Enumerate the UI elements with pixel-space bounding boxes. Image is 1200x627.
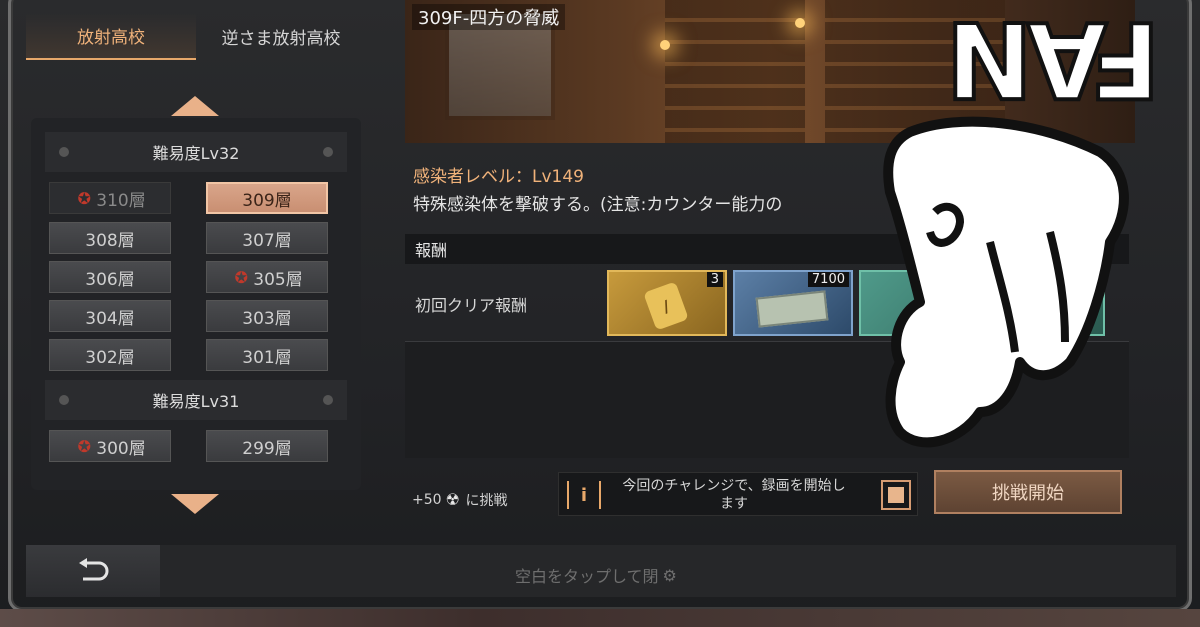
cash-stack-icon (755, 290, 829, 328)
reward-qty: 3 (706, 272, 723, 287)
boss-skull-icon: ✪ (77, 188, 91, 208)
record-checkbox[interactable] (881, 480, 911, 510)
floor-list-panel: 難易度Lv32 ✪ 310層 309層 308層 307層 306層 ✪ 305… (31, 118, 361, 490)
header-dot-icon (323, 395, 333, 405)
difficulty-header: 難易度Lv31 (45, 380, 347, 420)
tab-radiation-school[interactable]: 放射高校 (26, 12, 196, 60)
start-challenge-button[interactable]: 挑戦開始 (934, 470, 1122, 514)
school-tabs: 放射高校 逆さま放射高校 (26, 12, 366, 60)
bottom-decoration-strip (0, 609, 1200, 627)
difficulty-header: 難易度Lv32 (45, 132, 347, 172)
floor-label: 303層 (242, 308, 292, 329)
floor-button-308[interactable]: 308層 (49, 222, 171, 254)
info-icon[interactable]: i (567, 481, 601, 509)
infected-level: 感染者レベル：Lv149 (413, 167, 584, 187)
reward-header-label: 報酬 (415, 241, 448, 260)
floor-label: 300層 (96, 438, 146, 459)
scene-lamp (660, 40, 670, 50)
fan-overlay-text: FAN (950, 0, 1163, 122)
floor-label: 301層 (242, 347, 292, 368)
radiation-icon (446, 490, 462, 509)
tab-reverse-radiation-school[interactable]: 逆さま放射高校 (196, 12, 366, 60)
floor-label: 308層 (85, 230, 135, 251)
header-dot-icon (59, 147, 69, 157)
boss-skull-icon: ✪ (77, 436, 91, 456)
checkbox-mark (888, 487, 904, 503)
tap-to-close-hint: 空白をタップして閉 ⚙ (515, 563, 677, 587)
floor-label: 310層 (96, 190, 146, 211)
pointing-hand-icon (883, 116, 1129, 448)
reward-item-dog-tag[interactable]: / 3 (607, 270, 727, 336)
floor-button-310[interactable]: ✪ 310層 (49, 182, 171, 214)
floor-button-299[interactable]: 299層 (206, 430, 328, 462)
boss-skull-icon: ✪ (234, 267, 248, 287)
floor-label: 306層 (85, 269, 135, 290)
floor-label: 304層 (85, 308, 135, 329)
floor-button-307[interactable]: 307層 (206, 222, 328, 254)
scene-bookshelf (665, 0, 805, 143)
record-option: i 今回のチャレンジで、録画を開始します (558, 472, 918, 516)
floor-button-309[interactable]: 309層 (206, 182, 328, 214)
challenge-cost-value: +50 (412, 492, 442, 508)
floor-button-300[interactable]: ✪ 300層 (49, 430, 171, 462)
stage-description: 特殊感染体を撃破する。(注意:カウンター能力の (413, 195, 783, 215)
floor-button-304[interactable]: 304層 (49, 300, 171, 332)
back-arrow-icon (79, 558, 109, 581)
scroll-up-arrow-icon[interactable] (171, 96, 219, 116)
challenge-cost: +50 に挑戦 (412, 490, 508, 510)
scene-lamp (795, 18, 805, 28)
floor-button-301[interactable]: 301層 (206, 339, 328, 371)
gear-icon: ⚙ (662, 565, 677, 585)
challenge-cost-suffix: に挑戦 (465, 493, 508, 509)
difficulty-label: 難易度Lv32 (152, 144, 240, 163)
floor-button-306[interactable]: 306層 (49, 261, 171, 293)
floor-button-305[interactable]: ✪ 305層 (206, 261, 328, 293)
floor-button-302[interactable]: 302層 (49, 339, 171, 371)
first-clear-reward-label: 初回クリア報酬 (415, 296, 528, 315)
floor-label: 305層 (253, 269, 303, 290)
floor-label: 309層 (242, 190, 292, 211)
scroll-down-arrow-icon[interactable] (171, 494, 219, 514)
stage-title: 309F-四方の脅威 (412, 4, 566, 30)
tap-to-close-text: 空白をタップして閉 (515, 567, 659, 586)
header-dot-icon (323, 147, 333, 157)
dog-tag-icon: / (643, 281, 689, 331)
floor-label: 299層 (242, 438, 292, 459)
floor-label: 307層 (242, 230, 292, 251)
floor-label: 302層 (85, 347, 135, 368)
difficulty-label: 難易度Lv31 (152, 392, 240, 411)
floor-button-303[interactable]: 303層 (206, 300, 328, 332)
reward-item-cash[interactable]: 7100 (733, 270, 853, 336)
back-button[interactable] (26, 545, 160, 597)
header-dot-icon (59, 395, 69, 405)
record-notice-text: 今回のチャレンジで、録画を開始します (622, 478, 846, 512)
